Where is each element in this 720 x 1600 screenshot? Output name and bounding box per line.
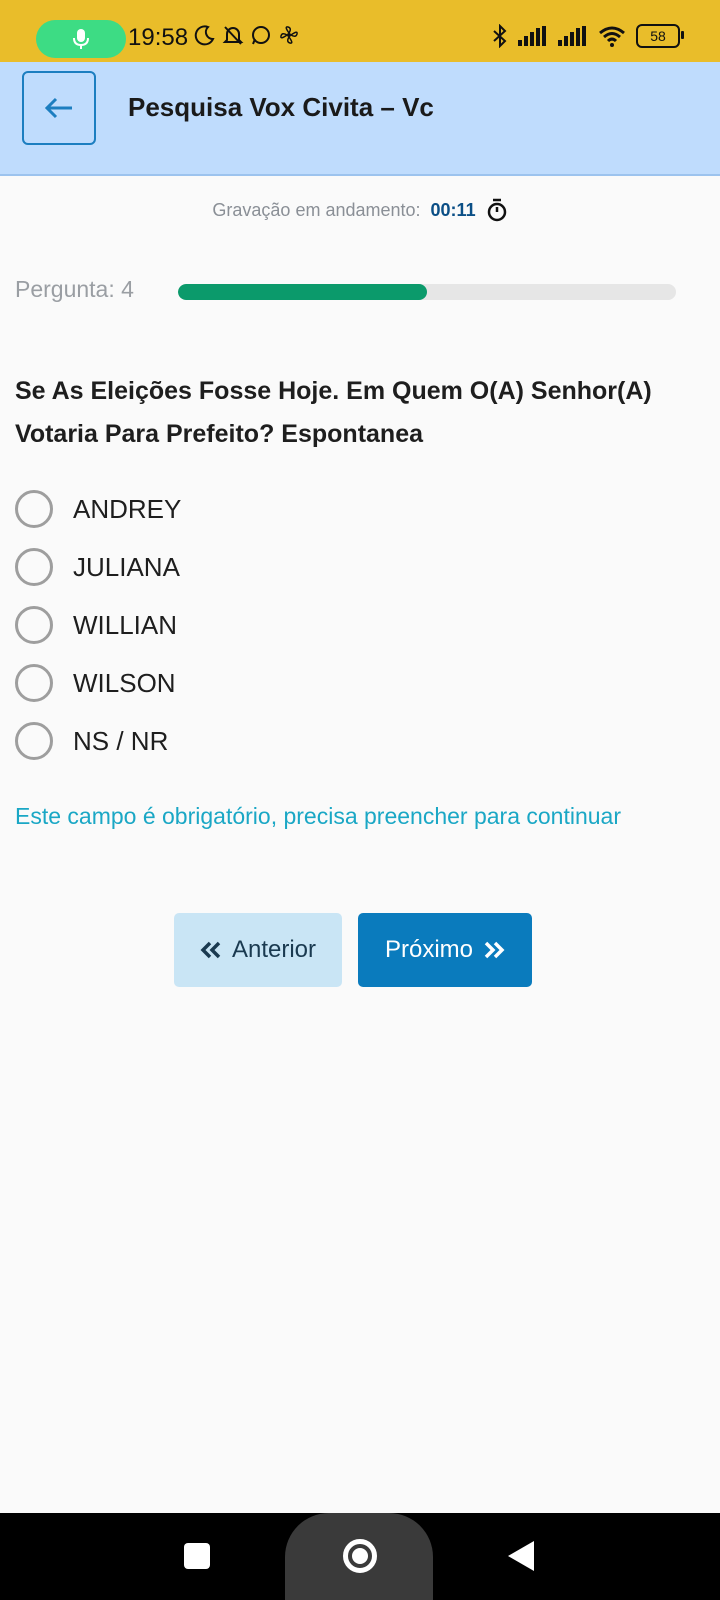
recording-status: Gravação em andamento: 00:11	[0, 198, 720, 222]
option-label: NS / NR	[73, 725, 169, 756]
back-triangle-icon[interactable]	[508, 1541, 534, 1571]
home-icon-center	[352, 1548, 368, 1564]
radio-button[interactable]	[15, 722, 53, 760]
required-field-message: Este campo é obrigatório, precisa preenc…	[15, 803, 622, 829]
radio-button[interactable]	[15, 664, 53, 702]
page-title: Pesquisa Vox Civita – Vc	[128, 92, 434, 122]
moon-icon	[194, 25, 215, 46]
radio-button[interactable]	[15, 548, 53, 586]
previous-button-label: Anterior	[231, 936, 317, 963]
bluetooth-icon	[493, 24, 507, 48]
answer-options: ANDREY JULIANA WILLIAN WILSON NS / NR	[15, 480, 695, 770]
double-chevron-right-icon	[484, 941, 505, 959]
progress-fill	[178, 284, 427, 300]
option-willian[interactable]: WILLIAN	[15, 596, 695, 654]
question-progress-row: Pergunta: 4	[15, 276, 705, 303]
status-bar: 19:58 58	[0, 0, 720, 62]
progress-bar	[178, 284, 676, 300]
option-label: WILSON	[73, 667, 176, 698]
form-navigation: Anterior Próximo	[174, 913, 532, 987]
back-button[interactable]	[22, 71, 96, 145]
battery-level: 58	[650, 28, 666, 44]
recording-label: Gravação em andamento:	[212, 199, 421, 220]
option-juliana[interactable]: JULIANA	[15, 538, 695, 596]
option-ns-nr[interactable]: NS / NR	[15, 712, 695, 770]
stopwatch-icon	[487, 198, 506, 222]
next-button-label: Próximo	[384, 936, 474, 963]
question-number: Pergunta: 4	[15, 276, 134, 302]
recents-icon[interactable]	[184, 1543, 210, 1569]
double-chevron-left-icon	[200, 941, 221, 959]
signal-icon-2	[558, 26, 586, 46]
battery-indicator: 58	[636, 24, 684, 48]
option-label: JULIANA	[73, 551, 180, 582]
recording-timer: 00:11	[430, 199, 476, 220]
question-text: Se As Eleições Fosse Hoje. Em Quem O(A) …	[15, 377, 652, 448]
fan-icon	[280, 26, 298, 44]
wifi-icon	[599, 26, 625, 47]
radio-button[interactable]	[15, 490, 53, 528]
radio-button[interactable]	[15, 606, 53, 644]
microphone-icon	[73, 29, 89, 49]
arrow-left-icon	[44, 97, 72, 119]
signal-icon	[518, 26, 546, 46]
microphone-indicator	[36, 20, 126, 58]
option-label: WILLIAN	[73, 609, 178, 640]
previous-button[interactable]: Anterior	[174, 913, 342, 987]
system-navigation-bar	[0, 1513, 720, 1600]
option-label: ANDREY	[73, 493, 182, 524]
bell-off-icon	[222, 26, 244, 45]
option-wilson[interactable]: WILSON	[15, 654, 695, 712]
status-time: 19:58	[128, 24, 189, 51]
next-button[interactable]: Próximo	[358, 913, 532, 987]
option-andrey[interactable]: ANDREY	[15, 480, 695, 538]
app-bar: Pesquisa Vox Civita – Vc	[0, 62, 720, 176]
whatsapp-icon	[252, 26, 270, 45]
